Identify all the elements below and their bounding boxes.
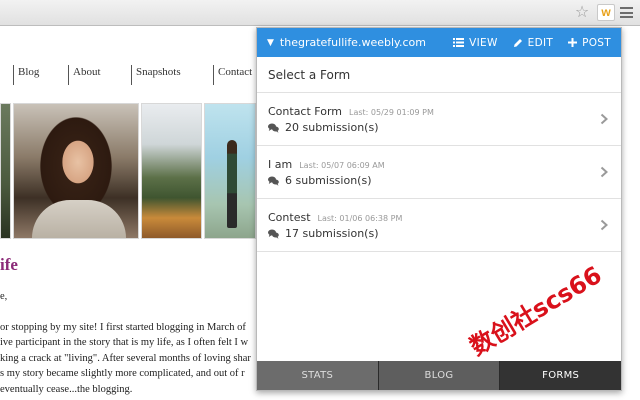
post-line: s my story became slightly more complica…: [0, 368, 245, 379]
banner-photo-figure: [204, 103, 256, 239]
tab-blog[interactable]: BLOG: [378, 361, 501, 390]
form-list: Contact Form Last: 05/29 01:09 PM 20 subm…: [257, 93, 621, 252]
tab-forms[interactable]: FORMS: [500, 361, 621, 390]
site-selector[interactable]: ▼ thegratefullife.weebly.com: [267, 28, 426, 57]
browser-menu-icon[interactable]: [620, 7, 633, 18]
edit-label: EDIT: [527, 36, 554, 49]
form-name-line: I am Last: 05/07 06:09 AM: [268, 158, 385, 171]
form-name: I am: [268, 158, 293, 171]
header-actions: VIEW EDIT POST: [453, 28, 611, 57]
chat-bubbles-icon: [268, 176, 279, 186]
weebly-popup: ▼ thegratefullife.weebly.com VIEW EDIT P…: [256, 27, 622, 391]
view-label: VIEW: [469, 36, 498, 49]
nav-link-about[interactable]: About: [68, 65, 101, 85]
photo-detail: [227, 140, 237, 228]
submission-count: 17 submission(s): [285, 227, 379, 240]
form-name: Contact Form: [268, 105, 343, 118]
post-title: ife: [0, 255, 18, 274]
chevron-down-icon: ▼: [267, 37, 274, 48]
form-last-submission: Last: 01/06 06:38 PM: [317, 214, 403, 223]
banner-photo: [0, 103, 11, 239]
section-title: Select a Form: [257, 57, 621, 93]
nav-link-snapshots[interactable]: Snapshots: [131, 65, 181, 85]
bookmark-star-icon[interactable]: ☆: [573, 2, 591, 22]
banner-photo-landscape: [141, 103, 202, 239]
post-line: e,: [0, 291, 8, 302]
chat-bubbles-icon: [268, 123, 279, 133]
tab-stats[interactable]: STATS: [257, 361, 379, 390]
form-row-i-am[interactable]: I am Last: 05/07 06:09 AM 6 submission(s): [257, 146, 621, 199]
edit-button[interactable]: EDIT: [513, 37, 553, 49]
menu-bar: [620, 11, 633, 14]
post-label: POST: [582, 36, 611, 49]
menu-bar: [620, 16, 633, 18]
popup-header: ▼ thegratefullife.weebly.com VIEW EDIT P…: [257, 28, 621, 57]
list-icon: [453, 38, 465, 47]
form-submissions: 6 submission(s): [268, 174, 372, 187]
post-line: king a crack at "living". After several …: [0, 352, 251, 364]
submission-count: 6 submission(s): [285, 174, 372, 187]
post-line: eventually cease...the blogging.: [0, 383, 133, 395]
form-submissions: 17 submission(s): [268, 227, 378, 240]
banner-photo-portrait: [13, 103, 139, 239]
site-name: thegratefullife.weebly.com: [279, 36, 426, 49]
post-line: or stopping by my site! I first started …: [0, 321, 246, 333]
popup-tab-bar: STATS BLOG FORMS: [257, 361, 621, 390]
form-name: Contest: [268, 211, 311, 224]
form-name-line: Contest Last: 01/06 06:38 PM: [268, 211, 402, 224]
photo-detail: [32, 200, 126, 238]
post-button[interactable]: POST: [568, 37, 611, 49]
chevron-right-icon: [600, 219, 608, 231]
form-submissions: 20 submission(s): [268, 121, 378, 134]
chat-bubbles-icon: [268, 229, 279, 239]
weebly-extension-icon[interactable]: w: [597, 4, 615, 21]
post-body: e, or stopping by my site! I first start…: [0, 289, 256, 397]
form-last-submission: Last: 05/29 01:09 PM: [349, 108, 434, 117]
plus-icon: [568, 38, 578, 47]
submission-count: 20 submission(s): [285, 121, 379, 134]
menu-bar: [620, 7, 633, 9]
nav-link-blog[interactable]: Blog: [13, 65, 39, 85]
form-row-contact-form[interactable]: Contact Form Last: 05/29 01:09 PM 20 subm…: [257, 93, 621, 146]
nav-link-contact[interactable]: Contact: [213, 65, 252, 85]
form-row-contest[interactable]: Contest Last: 01/06 06:38 PM 17 submissio…: [257, 199, 621, 252]
form-name-line: Contact Form Last: 05/29 01:09 PM: [268, 105, 434, 118]
post-line: ive participant in the story that is my …: [0, 337, 249, 348]
chevron-right-icon: [600, 166, 608, 178]
browser-toolbar: ☆ w: [0, 0, 640, 26]
pencil-icon: [513, 38, 522, 47]
chevron-right-icon: [600, 113, 608, 125]
view-button[interactable]: VIEW: [453, 37, 498, 49]
form-last-submission: Last: 05/07 06:09 AM: [299, 161, 385, 170]
